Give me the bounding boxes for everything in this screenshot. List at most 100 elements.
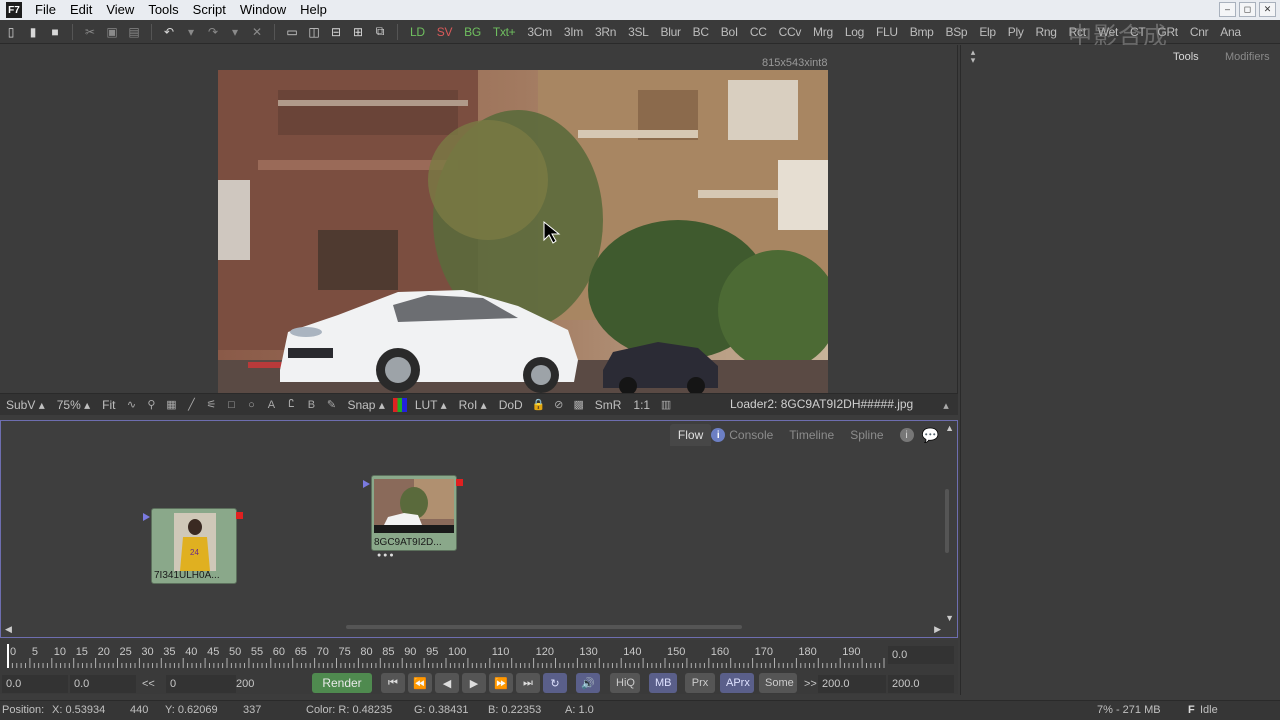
info-button-icon[interactable]: i <box>899 428 914 442</box>
redo-dropdown-icon[interactable]: ▾ <box>227 24 243 40</box>
layout-quad-icon[interactable]: ⊞ <box>350 24 366 40</box>
tool-boi[interactable]: BoI <box>715 25 744 39</box>
viewer-panel[interactable]: 815x543xint8 <box>0 45 958 393</box>
go-to-end-icon[interactable]: ⏭ <box>516 673 540 693</box>
mb-button[interactable]: MB <box>649 673 677 693</box>
menu-file[interactable]: File <box>28 0 63 20</box>
range-end-field[interactable]: 200 <box>236 675 260 693</box>
delete-icon[interactable]: ✕ <box>249 24 265 40</box>
tool-cc[interactable]: CC <box>744 25 773 39</box>
layout-split-icon[interactable]: ◫ <box>306 24 322 40</box>
panel-scroll-icon[interactable]: ▴ ▾ <box>965 48 981 65</box>
polyline-icon[interactable]: ⚲ <box>143 397 159 413</box>
tool-rng[interactable]: Rng <box>1030 25 1063 39</box>
bold-icon[interactable]: B <box>303 397 319 413</box>
ellipse-icon[interactable]: ○ <box>243 397 259 413</box>
viewer-menu-icon[interactable]: ▴ <box>938 397 954 413</box>
tool-3rn[interactable]: 3Rn <box>589 25 622 39</box>
render-end-field[interactable]: 200.0 <box>818 675 886 693</box>
redo-icon[interactable]: ↷ <box>205 24 221 40</box>
subview-button[interactable]: SubV ▴ <box>0 398 51 412</box>
one-to-one-button[interactable]: 1:1 <box>627 398 656 412</box>
tab-flow[interactable]: Flow <box>669 424 712 446</box>
fast-forward-icon[interactable]: ⏩ <box>489 673 513 693</box>
play-reverse-icon[interactable]: ◀ <box>435 673 459 693</box>
stereo-icon[interactable]: ⊘ <box>551 397 567 413</box>
node-output-icon[interactable] <box>236 512 243 519</box>
global-end-field[interactable]: 200.0 <box>888 675 954 693</box>
tab-spline[interactable]: Spline <box>842 428 891 442</box>
guides-icon[interactable]: ✎ <box>323 397 339 413</box>
fit-button[interactable]: Fit <box>96 398 121 412</box>
tool-log[interactable]: Log <box>839 25 870 39</box>
tool-bmp[interactable]: Bmp <box>904 25 940 39</box>
paint-icon[interactable]: ╱ <box>183 397 199 413</box>
go-to-start-icon[interactable]: ⏮ <box>381 673 405 693</box>
wand-icon[interactable]: ⚟ <box>203 397 219 413</box>
tool-ply[interactable]: Ply <box>1002 25 1030 39</box>
range-start-field[interactable]: 0 <box>166 675 236 693</box>
histogram-icon[interactable]: ▥ <box>658 397 674 413</box>
flow-vertical-scrollbar[interactable] <box>945 489 949 553</box>
rectangle-icon[interactable]: □ <box>223 397 239 413</box>
flow-node-loader2[interactable]: 8GC9AT9I2D... <box>363 475 463 551</box>
menu-edit[interactable]: Edit <box>63 0 99 20</box>
cut-icon[interactable]: ✂ <box>82 24 98 40</box>
scroll-up-icon[interactable]: ▲ <box>945 423 954 433</box>
range-back-button[interactable]: << <box>138 675 160 693</box>
current-time-field[interactable]: 0.0 <box>888 646 954 664</box>
undo-icon[interactable]: ↶ <box>161 24 177 40</box>
smr-button[interactable]: SmR <box>589 398 628 412</box>
tab-tools[interactable]: Tools <box>1173 51 1199 63</box>
menu-window[interactable]: Window <box>233 0 293 20</box>
bspline-icon[interactable]: ▦ <box>163 397 179 413</box>
tool-ana[interactable]: Ana <box>1214 25 1246 39</box>
spline-icon[interactable]: ∿ <box>123 397 139 413</box>
menu-help[interactable]: Help <box>293 0 334 20</box>
flow-panel[interactable]: Flow i Console Timeline Spline i 💬 24 7I… <box>0 420 958 638</box>
node-output-icon[interactable] <box>456 479 463 486</box>
tool-3sl[interactable]: 3SL <box>622 25 654 39</box>
tool-flu[interactable]: FLU <box>870 25 904 39</box>
some-button[interactable]: Some <box>759 673 797 693</box>
close-button[interactable]: ✕ <box>1259 2 1276 17</box>
node-input-icon[interactable] <box>143 513 150 521</box>
global-start-field[interactable]: 0.0 <box>2 675 68 693</box>
tool-ld[interactable]: LD <box>404 25 431 39</box>
tool-blur[interactable]: Blur <box>655 25 687 39</box>
timeline-ruler[interactable]: 0 5 10 15 20 25 30 35 40 45 50 55 60 65 70 75 80 85 90 95 10… <box>6 644 886 668</box>
tool-mrg[interactable]: Mrg <box>807 25 839 39</box>
text-icon[interactable]: A <box>263 397 279 413</box>
color-channel-icon[interactable] <box>392 397 407 412</box>
flow-node-loader1[interactable]: 24 7I341ULH0A... <box>143 508 243 584</box>
copy-icon[interactable]: ▣ <box>104 24 120 40</box>
tab-modifiers[interactable]: Modifiers <box>1225 51 1270 63</box>
minimize-button[interactable]: – <box>1219 2 1236 17</box>
tool-3im[interactable]: 3Im <box>558 25 589 39</box>
dod-button[interactable]: DoD <box>493 398 529 412</box>
menu-script[interactable]: Script <box>186 0 233 20</box>
comment-icon[interactable]: 💬 <box>922 427 939 444</box>
save-icon[interactable]: ■ <box>47 24 63 40</box>
snap-dropdown[interactable]: Snap ▴ <box>341 398 390 412</box>
flow-horizontal-scrollbar[interactable] <box>346 625 742 629</box>
tool-elp[interactable]: Elp <box>973 25 1001 39</box>
tool-bg[interactable]: BG <box>458 25 487 39</box>
text-plus-icon[interactable]: Ꮭ <box>283 397 299 413</box>
fullscreen-icon[interactable]: ⧉ <box>372 24 388 40</box>
tool-bc[interactable]: BC <box>687 25 715 39</box>
paste-icon[interactable]: ▤ <box>126 24 142 40</box>
scroll-right-icon[interactable]: ▶ <box>934 624 941 635</box>
tool-bsp[interactable]: BSp <box>940 25 974 39</box>
tool-ccv[interactable]: CCv <box>773 25 807 39</box>
layout-single-icon[interactable]: ▭ <box>284 24 300 40</box>
tab-timeline[interactable]: Timeline <box>781 428 842 442</box>
loop-icon[interactable]: ↻ <box>543 673 567 693</box>
lut-dropdown[interactable]: LUT ▴ <box>409 398 453 412</box>
scroll-left-icon[interactable]: ◀ <box>5 624 12 635</box>
layout-horizontal-icon[interactable]: ⊟ <box>328 24 344 40</box>
roi-dropdown[interactable]: RoI ▴ <box>453 398 493 412</box>
play-icon[interactable]: ▶ <box>462 673 486 693</box>
tool-sv[interactable]: SV <box>431 25 458 39</box>
aprx-button[interactable]: APrx <box>720 673 754 693</box>
